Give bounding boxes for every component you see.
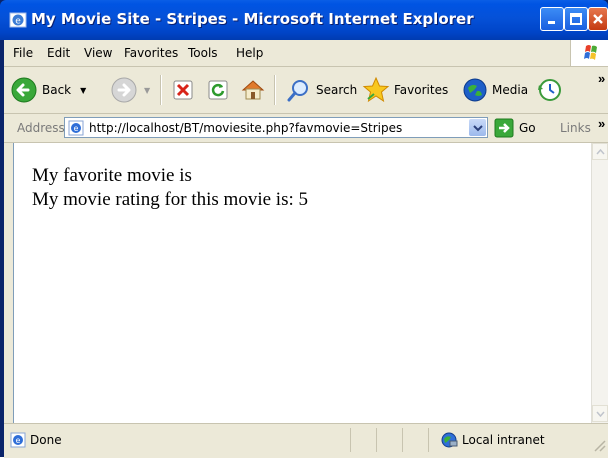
go-label: Go xyxy=(519,121,536,135)
scroll-down-button[interactable] xyxy=(592,405,608,422)
close-button[interactable] xyxy=(588,7,608,31)
address-url: http://localhost/BT/moviesite.php?favmov… xyxy=(89,121,403,135)
links-overflow-chevron-icon[interactable]: » xyxy=(598,116,605,131)
resize-grip-icon[interactable] xyxy=(592,438,606,457)
page-icon: e xyxy=(68,120,84,141)
minimize-button[interactable] xyxy=(540,7,564,31)
search-label: Search xyxy=(316,83,358,97)
address-dropdown-button[interactable] xyxy=(469,119,486,136)
back-arrow-icon xyxy=(11,77,37,103)
forward-dropdown-icon[interactable]: ▼ xyxy=(144,86,150,95)
done-page-icon: e xyxy=(10,432,26,453)
refresh-icon xyxy=(208,80,228,100)
go-arrow-icon xyxy=(494,118,514,138)
movie-rating-text: My movie rating for this movie is: 5 xyxy=(32,189,309,210)
browser-frame: File Edit View Favorites Tools Help Back… xyxy=(4,40,608,458)
menu-tools[interactable]: Tools xyxy=(188,46,218,60)
menu-help[interactable]: Help xyxy=(236,46,263,60)
back-dropdown-icon[interactable]: ▼ xyxy=(80,86,86,95)
go-button[interactable]: Go xyxy=(494,118,536,138)
svg-text:e: e xyxy=(16,436,21,445)
refresh-button[interactable] xyxy=(207,74,229,106)
internet-explorer-icon: e xyxy=(9,11,27,29)
back-label: Back xyxy=(42,83,72,97)
svg-text:e: e xyxy=(15,17,21,27)
search-button[interactable]: Search xyxy=(286,74,357,106)
home-button[interactable] xyxy=(240,74,266,106)
window-title: My Movie Site - Stripes - Microsoft Inte… xyxy=(31,10,474,28)
status-divider xyxy=(428,428,429,452)
forward-arrow-icon xyxy=(111,77,137,103)
address-bar: Address e http://localhost/BT/moviesite.… xyxy=(4,114,608,143)
history-button[interactable] xyxy=(536,74,562,106)
title-bar[interactable]: e My Movie Site - Stripes - Microsoft In… xyxy=(0,0,608,40)
local-intranet-icon xyxy=(440,431,458,454)
vertical-scrollbar[interactable] xyxy=(591,143,608,443)
status-divider xyxy=(376,428,377,452)
status-bar: e Done Local intranet xyxy=(4,423,608,458)
status-text: Done xyxy=(30,433,62,447)
favorites-star-icon xyxy=(362,76,390,103)
favorite-movie-text: My favorite movie is xyxy=(32,165,192,186)
media-button[interactable]: Media xyxy=(462,74,528,106)
menu-favorites[interactable]: Favorites xyxy=(124,46,178,60)
toolbar-overflow-chevron-icon[interactable]: » xyxy=(598,71,605,86)
maximize-button[interactable] xyxy=(564,7,588,31)
search-icon xyxy=(287,80,308,102)
favorites-label: Favorites xyxy=(394,83,449,97)
page-content: My favorite movie is My movie rating for… xyxy=(13,143,592,443)
status-divider xyxy=(402,428,403,452)
status-divider xyxy=(350,428,351,452)
stop-button[interactable] xyxy=(172,74,194,106)
links-label[interactable]: Links xyxy=(560,121,591,135)
windows-flag-logo xyxy=(570,40,608,66)
scroll-up-button[interactable] xyxy=(592,143,608,160)
back-button[interactable]: Back ▼ xyxy=(10,74,86,106)
address-label: Address xyxy=(17,121,65,135)
standard-toolbar: Back ▼ ▼ Search Favorites Media » xyxy=(4,67,608,114)
chevron-up-icon xyxy=(595,148,605,154)
toolbar-separator xyxy=(160,75,162,105)
history-icon xyxy=(538,79,561,101)
security-zone-label: Local intranet xyxy=(462,433,545,447)
home-icon xyxy=(241,80,265,100)
favorites-button[interactable]: Favorites xyxy=(362,74,448,106)
menu-edit[interactable]: Edit xyxy=(47,46,70,60)
forward-button[interactable]: ▼ xyxy=(110,74,150,106)
menu-bar: File Edit View Favorites Tools Help xyxy=(4,40,608,67)
address-input[interactable]: e http://localhost/BT/moviesite.php?favm… xyxy=(64,117,488,138)
chevron-down-icon xyxy=(472,124,483,131)
toolbar-separator xyxy=(274,75,276,105)
menu-view[interactable]: View xyxy=(84,46,112,60)
media-icon xyxy=(463,78,487,102)
svg-text:e: e xyxy=(74,124,79,133)
browser-window: e My Movie Site - Stripes - Microsoft In… xyxy=(0,0,608,458)
media-label: Media xyxy=(492,83,529,97)
menu-file[interactable]: File xyxy=(13,46,33,60)
stop-icon xyxy=(173,80,193,100)
chevron-down-icon xyxy=(595,411,605,417)
